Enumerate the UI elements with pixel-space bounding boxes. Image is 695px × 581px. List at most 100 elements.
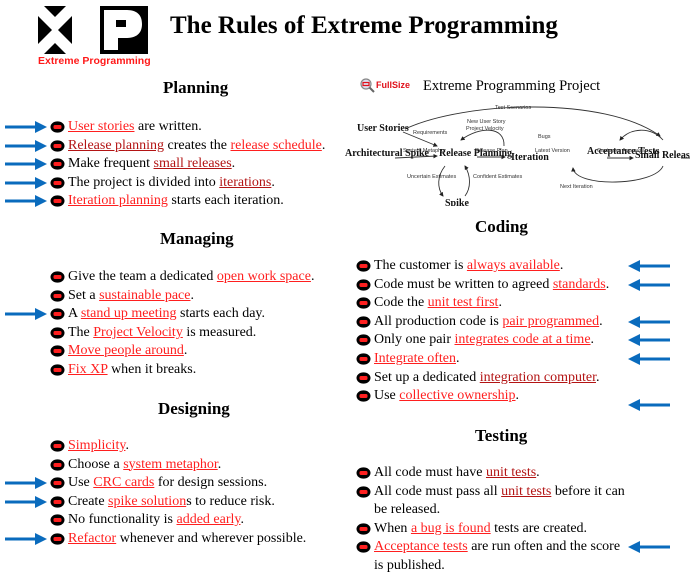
rule-item: Create spike solutions to reduce risk. — [50, 493, 306, 512]
rule-item: Set a sustainable pace. — [50, 287, 314, 306]
rule-text: . — [596, 369, 600, 385]
rule-link[interactable]: integration computer — [480, 370, 596, 385]
xp-bullet-icon — [356, 353, 371, 365]
rule-item: Integrate often. — [356, 350, 609, 369]
rule-link[interactable]: Acceptance tests — [374, 539, 468, 554]
xp-bullet-icon — [50, 139, 65, 152]
xp-bullet-icon — [50, 177, 65, 189]
xp-bullet-icon — [50, 327, 65, 339]
rule-item: Fix XP when it breaks. — [50, 361, 314, 380]
xp-bullet-icon — [50, 533, 65, 545]
edge-confident-estimates — [464, 165, 470, 197]
rule-item: Refactor whenever and wherever possible. — [50, 530, 306, 549]
rule-item: Use CRC cards for design sessions. — [50, 474, 306, 493]
rule-link[interactable]: Release planning — [68, 138, 164, 153]
rule-link[interactable]: sustainable pace — [99, 288, 190, 303]
rule-text: creates the — [164, 137, 231, 153]
arrow-right-icon — [5, 158, 47, 171]
rule-link[interactable]: collective ownership — [399, 388, 515, 403]
edge-label: Test Scenarios — [495, 105, 531, 111]
xp-bullet-icon — [50, 195, 65, 207]
rule-text: A — [68, 306, 81, 322]
rule-text: is measured. — [182, 324, 257, 340]
rule-link[interactable]: small releases — [154, 156, 232, 171]
xp-bullet-icon — [50, 477, 65, 489]
rule-link[interactable]: User stories — [68, 119, 135, 134]
magnifier-icon — [360, 78, 375, 93]
xp-bullet-icon — [356, 467, 371, 479]
rule-item: Only one pair integrates code at a time. — [356, 331, 609, 350]
section-heading-testing: Testing — [475, 426, 528, 445]
edge-label: Uncertain Estimates — [407, 174, 456, 180]
fullsize-label: FullSize — [376, 80, 411, 90]
xp-bullet-icon — [356, 390, 371, 402]
rule-item: When a bug is found tests are created. — [356, 520, 625, 539]
rule-link[interactable]: Move people around — [68, 343, 184, 358]
rule-link[interactable]: a bug is found — [411, 521, 491, 536]
rule-link[interactable]: Integrate often — [374, 351, 456, 366]
rule-link[interactable]: integrates code at a time — [454, 332, 590, 347]
xp-bullet-icon — [50, 496, 65, 508]
testing-rules-list: All code must have unit tests. All code m… — [356, 464, 625, 576]
arrow-left-icon — [628, 399, 670, 412]
rule-text: . — [590, 332, 595, 348]
rule-link[interactable]: always available — [467, 258, 560, 273]
designing-rules-list: Simplicity. Choose a system metaphor. Use … — [50, 437, 306, 549]
xp-logo: Extreme Programming — [38, 6, 151, 68]
rule-link[interactable]: Project Velocity — [93, 325, 183, 340]
arrow-left-icon — [628, 334, 670, 347]
arrow-right-icon — [5, 477, 47, 490]
rule-link[interactable]: Simplicity — [68, 438, 125, 453]
xp-bullet-icon — [50, 271, 65, 283]
rule-link[interactable]: open work space — [217, 269, 311, 284]
rule-item: Acceptance tests are run often and the s… — [356, 538, 625, 575]
rule-text: . — [536, 465, 540, 480]
rule-text: All code must pass all — [374, 483, 502, 499]
rule-link[interactable]: pair programmed — [502, 314, 599, 329]
rule-link[interactable]: Iteration planning — [68, 193, 168, 208]
rule-item: Give the team a dedicated open work spac… — [50, 268, 314, 287]
node-spike: Spike — [445, 198, 469, 206]
rule-link[interactable]: Fix XP — [68, 362, 108, 377]
rule-link[interactable]: spike solution — [108, 494, 186, 509]
section-heading-designing: Designing — [158, 399, 230, 418]
rule-text: . — [231, 156, 236, 172]
section-heading-planning: Planning — [163, 78, 229, 97]
rule-link[interactable]: added early — [177, 512, 241, 527]
arrow-right-icon — [5, 176, 47, 189]
edge-label: Confident Estimates — [473, 174, 522, 180]
coding-rules-list: The customer is always available. Code mu… — [356, 257, 609, 406]
rule-link[interactable]: unit tests — [501, 484, 551, 499]
rule-link[interactable]: system metaphor — [123, 457, 218, 472]
rule-link[interactable]: CRC cards — [93, 475, 154, 490]
rule-link[interactable]: iterations — [219, 175, 271, 190]
rule-link[interactable]: standards — [553, 277, 606, 292]
xp-bullet-icon — [356, 260, 371, 272]
rule-link[interactable]: stand up meeting — [81, 306, 177, 321]
rule-text-continuation: is published. — [374, 557, 445, 573]
rule-link[interactable]: unit test first — [428, 295, 499, 310]
rule-item: All code must have unit tests. — [356, 464, 625, 483]
rule-item: The Project Velocity is measured. — [50, 324, 314, 343]
rule-link[interactable]: release schedule — [231, 138, 322, 153]
rule-text: No functionality is — [68, 512, 177, 528]
edge-label: Latest Version — [535, 148, 570, 154]
xp-bullet-icon — [356, 371, 371, 384]
edge-label: Release Plan — [475, 148, 508, 154]
managing-rules-list: Give the team a dedicated open work spac… — [50, 268, 314, 380]
edge-label: Requirements — [413, 130, 447, 136]
arrow-right-icon — [5, 495, 47, 508]
rule-text: . — [271, 174, 275, 190]
arrow-left-icon — [628, 260, 670, 272]
rule-item: Make frequent small releases. — [50, 155, 325, 174]
xp-bullet-icon — [356, 297, 371, 309]
arrow-right-icon — [5, 195, 47, 208]
rule-text: . — [321, 137, 326, 153]
rule-item: Simplicity. — [50, 437, 306, 456]
xp-bullet-icon — [50, 158, 65, 170]
rule-text: starts each day. — [176, 306, 265, 322]
rule-link[interactable]: Refactor — [68, 531, 116, 546]
rule-link[interactable]: unit tests — [486, 465, 536, 480]
xp-bullet-icon — [356, 334, 371, 346]
xp-bullet-icon — [50, 514, 65, 526]
